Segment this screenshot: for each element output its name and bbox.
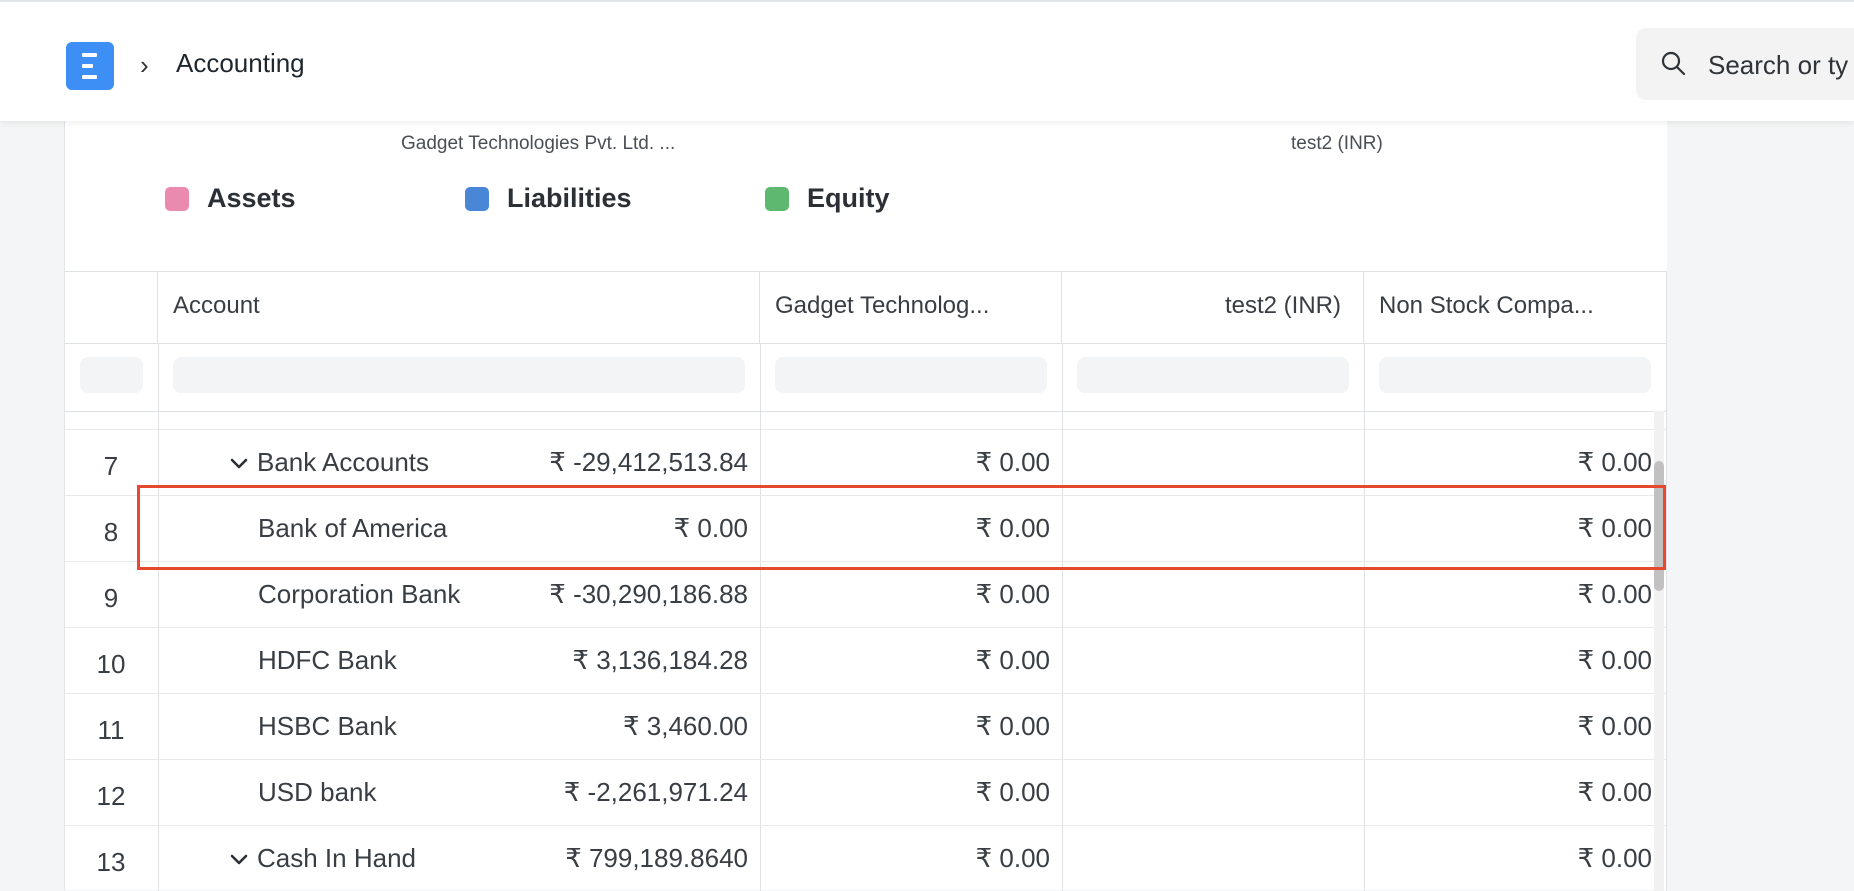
amount-non-stock: ₹ 0.00 (1577, 447, 1652, 477)
account-name[interactable]: Cash In Hand (257, 843, 416, 874)
account-name[interactable]: HDFC Bank (258, 645, 397, 676)
chart-x-label: Gadget Technologies Pvt. Ltd. ... (401, 133, 676, 154)
chevron-right-icon: › (140, 50, 149, 80)
account-name[interactable]: USD bank (258, 777, 377, 808)
row-index-header (65, 272, 158, 343)
amount-non-stock: ₹ 0.00 (1577, 579, 1652, 609)
amount-gadget: ₹ -2,261,971.24 (563, 777, 748, 807)
row-number: 11 (97, 715, 125, 745)
column-header-label: test2 (INR) (1224, 292, 1341, 319)
legend-assets[interactable]: Assets (165, 183, 296, 214)
amount-test2: ₹ 0.00 (975, 447, 1050, 477)
column-header-label: Gadget Technolog... (775, 292, 990, 319)
legend-label: Equity (807, 183, 890, 213)
column-header-non-stock[interactable]: Non Stock Compa... (1364, 272, 1666, 343)
column-header-label: Non Stock Compa... (1379, 292, 1594, 319)
table-row[interactable]: 13 Cash In Hand ₹ 799,189.8640 ₹ 0.00 ₹ 0.00 (65, 825, 1666, 891)
search-icon (1661, 51, 1686, 76)
legend-label: Assets (207, 183, 296, 213)
filter-input-test2[interactable] (1077, 357, 1349, 393)
search-placeholder: Search or ty (1708, 50, 1849, 80)
amount-non-stock: ₹ 0.00 (1577, 645, 1652, 675)
filter-input-gadget[interactable] (775, 357, 1047, 393)
legend-liabilities[interactable]: Liabilities (465, 183, 632, 214)
column-divider (760, 343, 761, 411)
amount-test2: ₹ 0.00 (975, 777, 1050, 807)
amount-gadget: ₹ 799,189.8640 (565, 843, 748, 873)
column-header-account[interactable]: Account (158, 272, 760, 343)
row-number: 10 (96, 649, 126, 679)
chart-x-label: test2 (INR) (1291, 133, 1383, 154)
column-divider (158, 343, 159, 411)
datatable: Account Gadget Technolog... test2 (INR) … (65, 271, 1667, 891)
amount-test2: ₹ 0.00 (975, 711, 1050, 741)
legend-equity[interactable]: Equity (765, 183, 890, 214)
row-number: 13 (96, 847, 126, 877)
column-divider (1364, 343, 1365, 411)
amount-gadget: ₹ 3,460.00 (623, 711, 748, 741)
table-header: Account Gadget Technolog... test2 (INR) … (65, 272, 1666, 344)
legend-swatch (465, 186, 489, 211)
amount-test2: ₹ 0.00 (975, 645, 1050, 675)
column-divider (1062, 343, 1063, 411)
amount-gadget: ₹ -29,412,513.84 (549, 447, 748, 477)
selected-row-highlight (137, 485, 1666, 570)
row-number: 6 (65, 411, 157, 416)
amount-gadget: ₹ -30,290,186.88 (549, 579, 748, 609)
amount-test2: ₹ 0.00 (975, 843, 1050, 873)
account-name[interactable]: Corporation Bank (258, 579, 460, 610)
search-bar[interactable]: Search or ty (1636, 28, 1854, 100)
amount-test2: ₹ 0.00 (975, 579, 1050, 609)
breadcrumb-accounting[interactable]: Accounting (176, 48, 305, 79)
navbar: › Accounting Search or ty (0, 0, 1854, 121)
table-body: 6 7 Bank Accounts ₹ -29,412,513.84 ₹ 0.00 ₹ … (65, 411, 1666, 891)
table-row[interactable]: 11 HSBC Bank ₹ 3,460.00 ₹ 0.00 ₹ 0.00 (65, 693, 1666, 760)
app-logo[interactable] (66, 42, 114, 90)
table-row[interactable]: 10 HDFC Bank ₹ 3,136,184.28 ₹ 0.00 ₹ 0.00 (65, 627, 1666, 694)
table-row[interactable]: 6 (65, 411, 1666, 430)
amount-non-stock: ₹ 0.00 (1577, 711, 1652, 741)
table-row[interactable]: 9 Corporation Bank ₹ -30,290,186.88 ₹ 0.00 ₹… (65, 561, 1666, 628)
account-name[interactable]: HSBC Bank (258, 711, 397, 742)
filter-input-account[interactable] (173, 357, 745, 393)
column-header-test2[interactable]: test2 (INR) (1062, 272, 1364, 343)
table-row[interactable]: 12 USD bank ₹ -2,261,971.24 ₹ 0.00 ₹ 0.00 (65, 759, 1666, 826)
column-header-label: Account (173, 292, 260, 319)
filter-input-non-stock[interactable] (1379, 357, 1651, 393)
legend-swatch (765, 186, 789, 211)
chevron-down-icon[interactable] (229, 849, 249, 869)
legend-label: Liabilities (507, 183, 632, 213)
chevron-down-icon[interactable] (229, 453, 249, 473)
filter-row (65, 343, 1666, 412)
amount-non-stock: ₹ 0.00 (1577, 777, 1652, 807)
amount-gadget: ₹ 3,136,184.28 (572, 645, 748, 675)
filter-input-index[interactable] (80, 357, 143, 393)
legend-swatch (165, 186, 189, 211)
amount-non-stock: ₹ 0.00 (1577, 843, 1652, 873)
account-name[interactable]: Bank Accounts (257, 447, 429, 478)
row-number: 12 (96, 781, 126, 811)
row-number: 7 (103, 451, 119, 481)
vertical-scrollbar[interactable] (1654, 411, 1664, 891)
column-header-gadget[interactable]: Gadget Technolog... (760, 272, 1062, 343)
row-number: 9 (103, 583, 119, 613)
